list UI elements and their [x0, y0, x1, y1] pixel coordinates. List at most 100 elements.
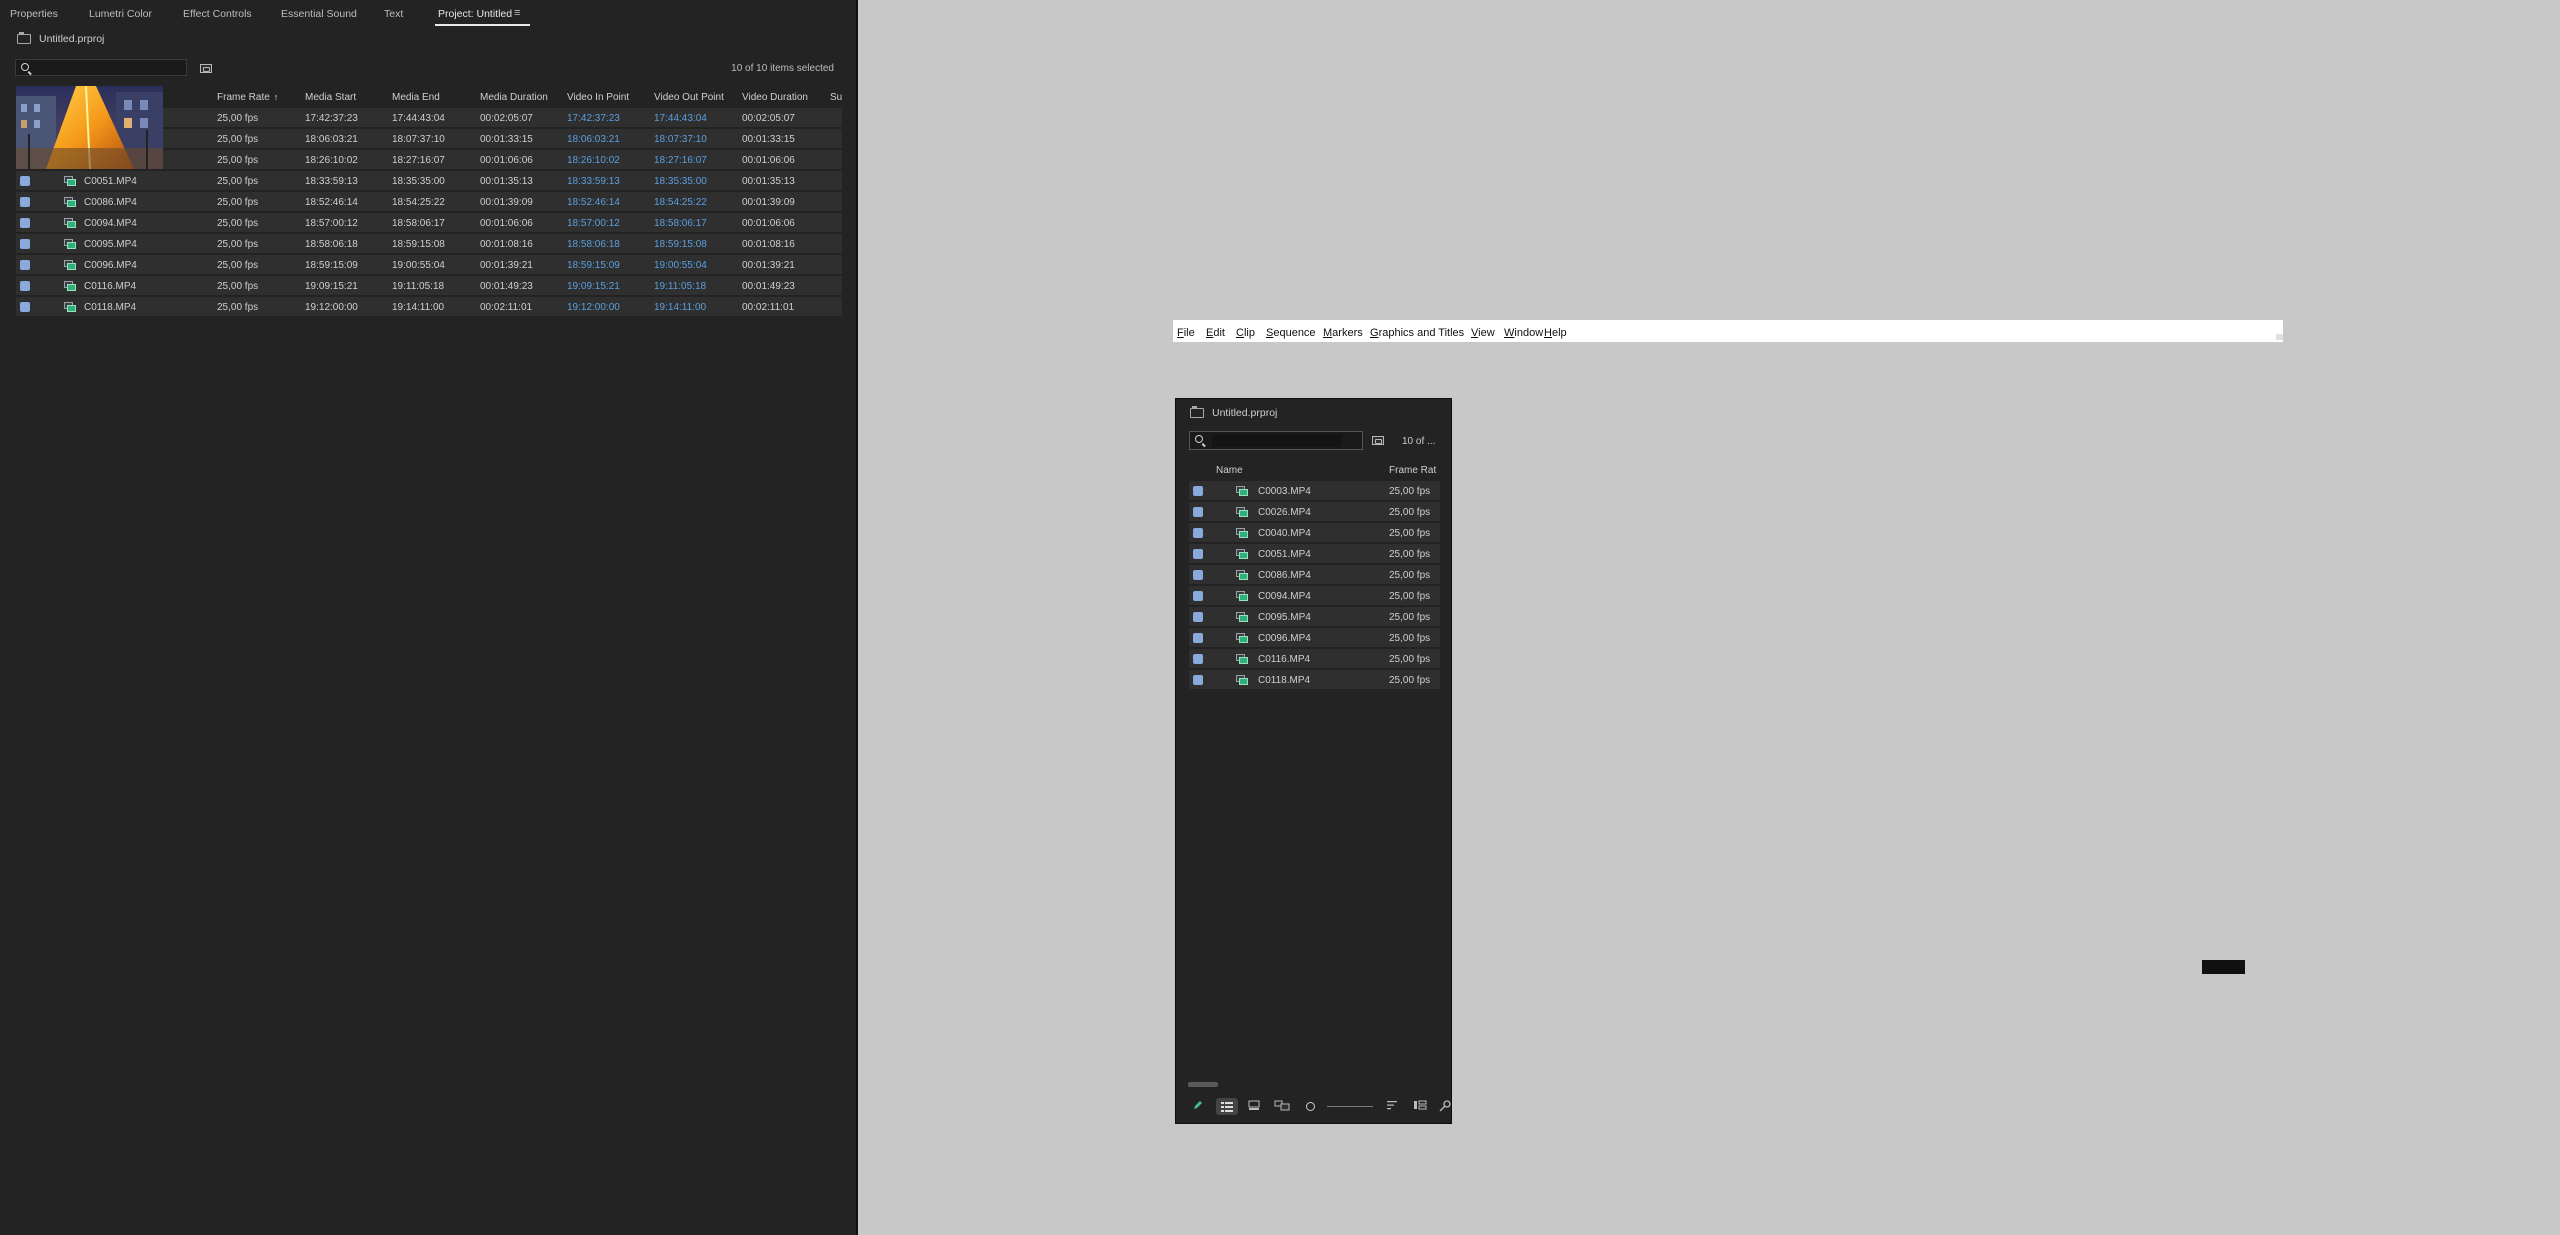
- cell-video-out[interactable]: 19:00:55:04: [654, 260, 707, 271]
- cell-video-in[interactable]: 19:12:00:00: [567, 302, 620, 313]
- menu-bar-resize-handle[interactable]: [2276, 334, 2283, 340]
- tab-effect-controls[interactable]: Effect Controls: [183, 8, 252, 20]
- zoom-out-icon[interactable]: [1306, 1102, 1315, 1111]
- cell-video-out[interactable]: 18:27:16:07: [654, 155, 707, 166]
- col-video-out-point[interactable]: Video Out Point: [654, 92, 724, 103]
- col-frame-rate[interactable]: Frame Rat: [1389, 465, 1436, 476]
- row-label-checkbox[interactable]: [20, 281, 30, 291]
- cell-media-end: 19:00:55:04: [392, 260, 445, 271]
- cell-video-in[interactable]: 19:09:15:21: [567, 281, 620, 292]
- row-label-checkbox[interactable]: [1193, 528, 1203, 538]
- cell-video-out[interactable]: 19:14:11:00: [654, 302, 706, 313]
- table-row[interactable]: C0094.MP4 25,00 fps 18:57:00:12 18:58:06:17…: [16, 213, 842, 233]
- menu-item-clip[interactable]: Clip: [1236, 327, 1255, 339]
- cell-video-out[interactable]: 19:11:05:18: [654, 281, 706, 292]
- sort-icon[interactable]: [1386, 1100, 1398, 1113]
- panel-menu-icon[interactable]: ≡: [514, 7, 520, 19]
- table-row[interactable]: C0116.MP4 25,00 fps: [1189, 649, 1440, 669]
- cell-video-out[interactable]: 18:35:35:00: [654, 176, 707, 187]
- tab-lumetri-color[interactable]: Lumetri Color: [89, 8, 152, 20]
- menu-item-edit[interactable]: Edit: [1206, 327, 1225, 339]
- menu-item-window[interactable]: Window: [1504, 327, 1543, 339]
- table-row[interactable]: C0096.MP4 25,00 fps: [1189, 628, 1440, 648]
- row-label-checkbox[interactable]: [1193, 675, 1203, 685]
- tab-properties[interactable]: Properties: [10, 8, 58, 20]
- cell-frame-rate: 25,00 fps: [1389, 612, 1431, 623]
- row-label-checkbox[interactable]: [1193, 549, 1203, 559]
- row-label-checkbox[interactable]: [20, 302, 30, 312]
- horizontal-scrollbar[interactable]: [1188, 1082, 1218, 1087]
- row-label-checkbox[interactable]: [1193, 591, 1203, 601]
- col-name[interactable]: Name: [1216, 465, 1243, 476]
- cell-video-in[interactable]: 18:58:06:18: [567, 239, 620, 250]
- row-label-checkbox[interactable]: [20, 239, 30, 249]
- table-row[interactable]: C0116.MP4 25,00 fps 19:09:15:21 19:11:05:18…: [16, 276, 842, 296]
- new-search-bin-icon[interactable]: [200, 64, 212, 73]
- menu-item-view[interactable]: View: [1471, 327, 1495, 339]
- table-row[interactable]: C0040.MP4 25,00 fps: [1189, 523, 1440, 543]
- table-row[interactable]: C0118.MP4 25,00 fps: [1189, 670, 1440, 690]
- table-row[interactable]: C0086.MP4 25,00 fps: [1189, 565, 1440, 585]
- cell-video-out[interactable]: 18:59:15:08: [654, 239, 707, 250]
- icon-view-icon[interactable]: [1248, 1100, 1260, 1114]
- row-label-checkbox[interactable]: [20, 218, 30, 228]
- search-field[interactable]: [15, 59, 187, 76]
- menu-item-file[interactable]: File: [1177, 327, 1195, 339]
- table-row[interactable]: C0003.MP4 25,00 fps: [1189, 481, 1440, 501]
- col-su[interactable]: Su: [830, 92, 842, 103]
- cell-video-in[interactable]: 18:33:59:13: [567, 176, 620, 187]
- automate-to-sequence-icon[interactable]: [1413, 1100, 1427, 1113]
- row-label-checkbox[interactable]: [1193, 612, 1203, 622]
- menu-item-markers[interactable]: Markers: [1323, 327, 1363, 339]
- menu-item-graphics-and-titles[interactable]: Graphics and Titles: [1370, 327, 1464, 339]
- row-label-checkbox[interactable]: [1193, 507, 1203, 517]
- menu-item-sequence[interactable]: Sequence: [1266, 327, 1316, 339]
- table-row[interactable]: C0096.MP4 25,00 fps 18:59:15:09 19:00:55:04…: [16, 255, 842, 275]
- cell-video-in[interactable]: 18:59:15:09: [567, 260, 620, 271]
- col-media-duration[interactable]: Media Duration: [480, 92, 548, 103]
- cell-video-in[interactable]: 18:52:46:14: [567, 197, 620, 208]
- row-label-checkbox[interactable]: [20, 260, 30, 270]
- col-video-in-point[interactable]: Video In Point: [567, 92, 629, 103]
- cell-video-out[interactable]: 18:58:06:17: [654, 218, 707, 229]
- freeform-view-icon[interactable]: [1274, 1100, 1290, 1114]
- table-row[interactable]: C0051.MP4 25,00 fps 18:33:59:13 18:35:35:00…: [16, 171, 842, 191]
- floating-search-input[interactable]: [1212, 434, 1342, 447]
- col-frame-rate[interactable]: Frame Rate ↑: [217, 92, 278, 103]
- table-row[interactable]: C0086.MP4 25,00 fps 18:52:46:14 18:54:25:22…: [16, 192, 842, 212]
- row-label-checkbox[interactable]: [1193, 633, 1203, 643]
- cell-video-in[interactable]: 17:42:37:23: [567, 113, 620, 124]
- zoom-slider[interactable]: [1327, 1106, 1373, 1107]
- find-icon[interactable]: [1439, 1100, 1451, 1115]
- pencil-icon[interactable]: [1192, 1099, 1204, 1114]
- row-label-checkbox[interactable]: [1193, 570, 1203, 580]
- col-media-start[interactable]: Media Start: [305, 92, 356, 103]
- table-row[interactable]: C0026.MP4 25,00 fps: [1189, 502, 1440, 522]
- tab-project[interactable]: Project: Untitled: [434, 8, 531, 26]
- col-media-end[interactable]: Media End: [392, 92, 440, 103]
- table-row[interactable]: C0051.MP4 25,00 fps: [1189, 544, 1440, 564]
- tab-essential-sound[interactable]: Essential Sound: [281, 8, 357, 20]
- video-clip-icon: [64, 218, 76, 228]
- cell-video-out[interactable]: 18:54:25:22: [654, 197, 707, 208]
- cell-video-out[interactable]: 18:07:37:10: [654, 134, 707, 145]
- tab-text[interactable]: Text: [384, 8, 403, 20]
- table-row[interactable]: C0118.MP4 25,00 fps 19:12:00:00 19:14:11:00…: [16, 297, 842, 317]
- row-label-checkbox[interactable]: [20, 176, 30, 186]
- row-label-checkbox[interactable]: [1193, 486, 1203, 496]
- table-row[interactable]: C0095.MP4 25,00 fps: [1189, 607, 1440, 627]
- cell-video-in[interactable]: 18:57:00:12: [567, 218, 620, 229]
- row-label-checkbox[interactable]: [1193, 654, 1203, 664]
- table-row[interactable]: C0094.MP4 25,00 fps: [1189, 586, 1440, 606]
- floating-search-field[interactable]: [1189, 431, 1363, 450]
- table-row[interactable]: C0095.MP4 25,00 fps 18:58:06:18 18:59:15:08…: [16, 234, 842, 254]
- cell-video-in[interactable]: 18:26:10:02: [567, 155, 620, 166]
- col-video-duration[interactable]: Video Duration: [742, 92, 808, 103]
- cell-video-in[interactable]: 18:06:03:21: [567, 134, 620, 145]
- menu-item-help[interactable]: Help: [1544, 327, 1567, 339]
- list-view-icon[interactable]: [1216, 1098, 1238, 1115]
- cell-video-out[interactable]: 17:44:43:04: [654, 113, 707, 124]
- project-path: Untitled.prproj: [17, 32, 104, 47]
- new-search-bin-icon[interactable]: [1372, 436, 1384, 445]
- row-label-checkbox[interactable]: [20, 197, 30, 207]
